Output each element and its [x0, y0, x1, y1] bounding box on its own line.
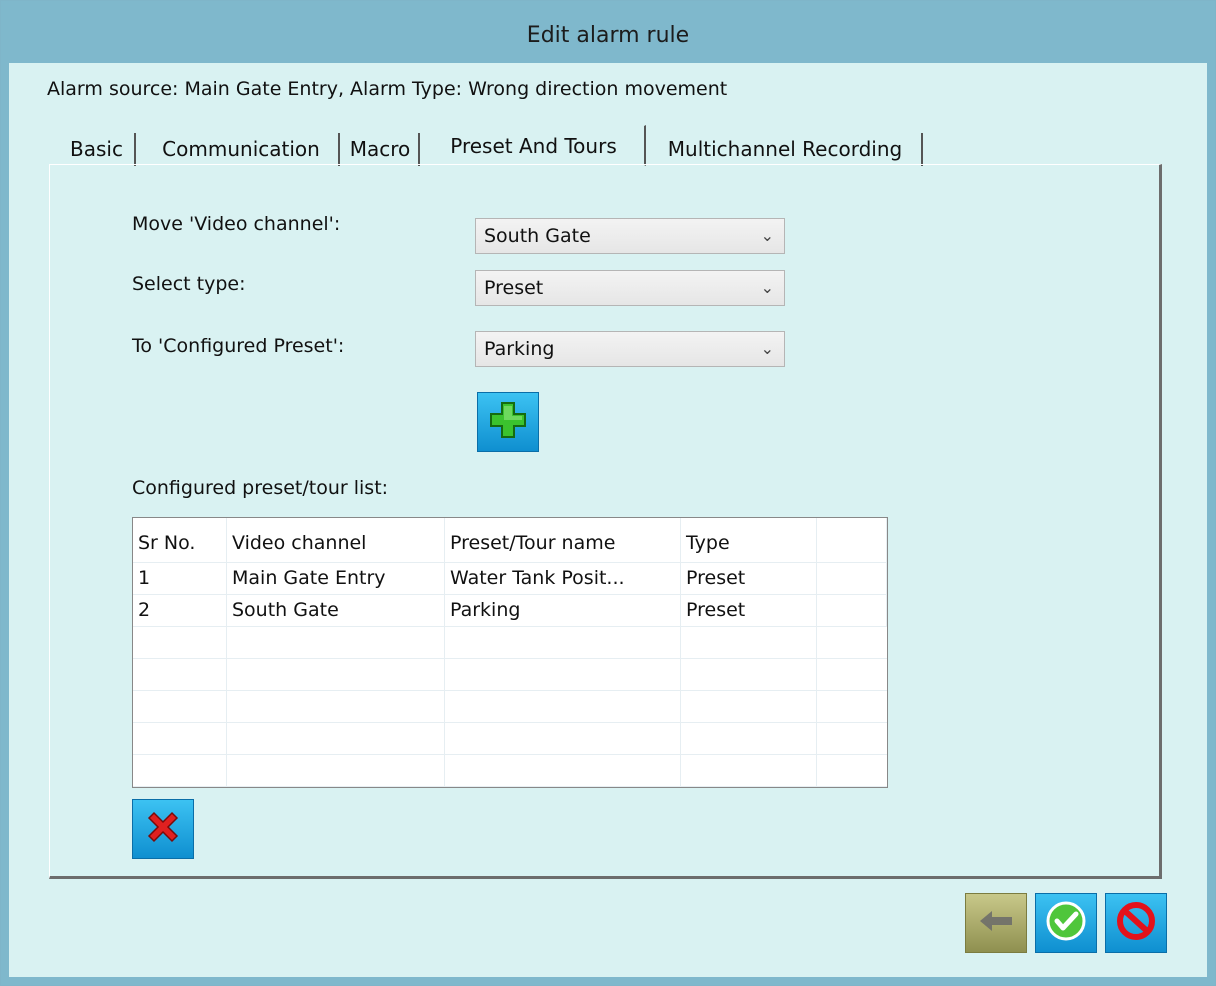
cell-sr-no: 1 [133, 562, 227, 594]
table-row[interactable]: 1 Main Gate Entry Water Tank Posit... Pr… [133, 562, 887, 595]
select-type-value: Preset [484, 277, 544, 299]
delete-preset-button[interactable] [132, 799, 194, 859]
configured-preset-value: Parking [484, 338, 555, 360]
configured-preset-select[interactable]: Parking ⌄ [475, 331, 785, 367]
cell-empty [445, 626, 681, 658]
column-header-type[interactable]: Type [681, 518, 817, 562]
alarm-source-text: Alarm source: Main Gate Entry, Alarm Typ… [47, 78, 728, 100]
back-arrow-icon [976, 906, 1016, 940]
red-no-icon [1115, 900, 1157, 946]
preset-tour-table[interactable]: Sr No. Video channel Preset/Tour name Ty… [132, 517, 888, 788]
column-header-video-channel[interactable]: Video channel [227, 518, 445, 562]
video-channel-value: South Gate [484, 225, 591, 247]
red-x-icon [143, 807, 183, 851]
cell-empty [227, 658, 445, 690]
cell-preset-tour-name: Water Tank Posit... [445, 562, 681, 594]
cell-empty [133, 754, 227, 786]
cell-sr-no: 2 [133, 594, 227, 626]
cell-video-channel: South Gate [227, 594, 445, 626]
tab-communication[interactable]: Communication [144, 133, 340, 166]
table-header-row: Sr No. Video channel Preset/Tour name Ty… [133, 518, 887, 563]
cell-empty [227, 626, 445, 658]
cell-empty [133, 690, 227, 722]
cell-empty [681, 754, 817, 786]
edit-alarm-rule-window: Edit alarm rule Alarm source: Main Gate … [0, 0, 1216, 986]
cell-empty [445, 722, 681, 754]
cell-type: Preset [681, 562, 817, 594]
add-preset-button[interactable] [477, 392, 539, 452]
table-row-empty [133, 722, 887, 755]
cell-empty [681, 690, 817, 722]
cell-empty [133, 658, 227, 690]
cell-empty [681, 722, 817, 754]
preset-tour-list-label: Configured preset/tour list: [132, 477, 389, 499]
column-header-preset-tour-name[interactable]: Preset/Tour name [445, 518, 681, 562]
cell-empty [817, 594, 887, 626]
cell-empty [445, 658, 681, 690]
green-check-icon [1045, 900, 1087, 946]
dialog-client-area: Alarm source: Main Gate Entry, Alarm Typ… [9, 63, 1207, 977]
cell-preset-tour-name: Parking [445, 594, 681, 626]
chevron-down-icon: ⌄ [760, 278, 774, 297]
cell-empty [133, 722, 227, 754]
table-row[interactable]: 2 South Gate Parking Preset [133, 594, 887, 627]
select-type-label: Select type: [132, 273, 246, 295]
tab-preset-and-tours[interactable]: Preset And Tours [422, 125, 646, 166]
table-row-empty [133, 658, 887, 691]
cell-type: Preset [681, 594, 817, 626]
cell-empty [227, 754, 445, 786]
chevron-down-icon: ⌄ [760, 339, 774, 358]
table-row-empty [133, 754, 887, 787]
tab-macro[interactable]: Macro [342, 133, 420, 166]
tab-basic[interactable]: Basic [59, 133, 136, 166]
video-channel-select[interactable]: South Gate ⌄ [475, 218, 785, 254]
cell-empty [133, 626, 227, 658]
back-button[interactable] [965, 893, 1027, 953]
cell-empty [681, 658, 817, 690]
cell-empty [445, 754, 681, 786]
green-plus-icon [488, 400, 528, 444]
cell-empty [227, 722, 445, 754]
preset-and-tours-panel: Move 'Video channel': South Gate ⌄ Selec… [49, 164, 1162, 879]
video-channel-label: Move 'Video channel': [132, 213, 341, 235]
column-header-empty [817, 518, 887, 562]
tab-multichannel-recording[interactable]: Multichannel Recording [649, 133, 923, 166]
window-title: Edit alarm rule [526, 23, 690, 48]
configured-preset-label: To 'Configured Preset': [132, 335, 345, 357]
cell-empty [681, 626, 817, 658]
table-row-empty [133, 690, 887, 723]
ok-button[interactable] [1035, 893, 1097, 953]
chevron-down-icon: ⌄ [760, 226, 774, 245]
column-header-sr-no[interactable]: Sr No. [133, 518, 227, 562]
cell-empty [227, 690, 445, 722]
cancel-button[interactable] [1105, 893, 1167, 953]
select-type-select[interactable]: Preset ⌄ [475, 270, 785, 306]
table-row-empty [133, 626, 887, 659]
cell-video-channel: Main Gate Entry [227, 562, 445, 594]
cell-empty [817, 562, 887, 594]
cell-empty [445, 690, 681, 722]
